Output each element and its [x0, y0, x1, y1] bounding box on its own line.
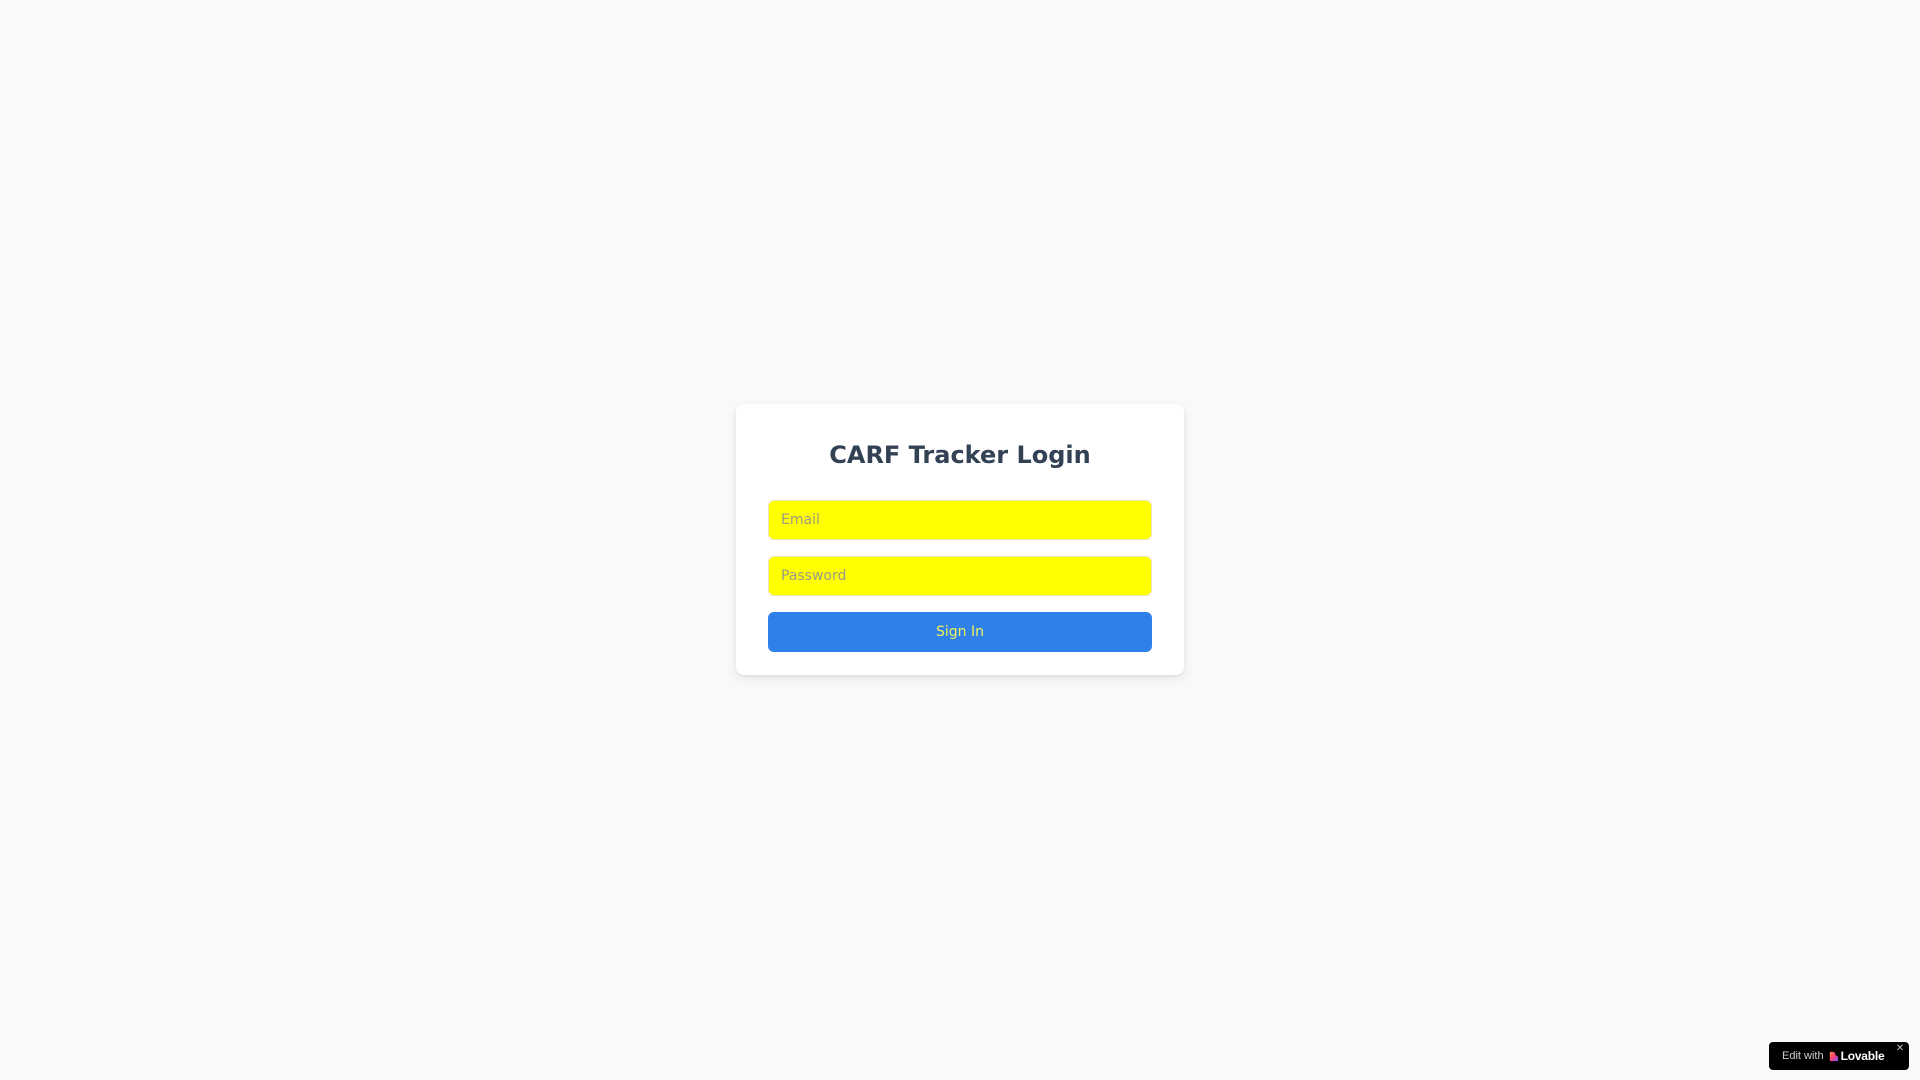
password-field[interactable] [768, 556, 1152, 596]
page-title: CARF Tracker Login [829, 441, 1091, 469]
badge-prefix-label: Edit with [1782, 1050, 1824, 1062]
sign-in-button[interactable]: Sign In [768, 612, 1152, 652]
badge-brand-label: Lovable [1840, 1049, 1885, 1063]
page: CARF Tracker Login Sign In Edit with Lov… [0, 0, 1920, 1080]
edit-with-lovable-badge[interactable]: Edit with Lovable ✕ [1769, 1042, 1909, 1070]
login-card: CARF Tracker Login Sign In [736, 404, 1184, 675]
email-field[interactable] [768, 500, 1152, 540]
heart-icon [1829, 1051, 1838, 1061]
close-icon[interactable]: ✕ [1894, 1043, 1906, 1055]
